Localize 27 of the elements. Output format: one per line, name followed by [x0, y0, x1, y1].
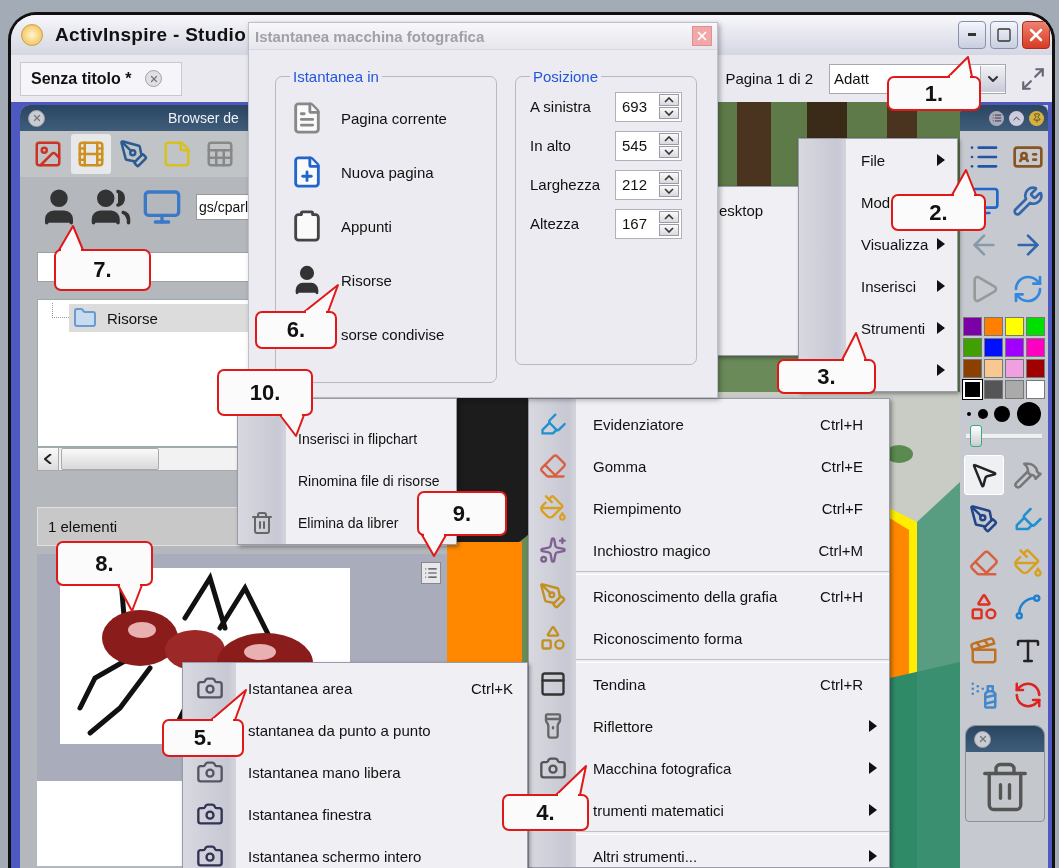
shortcut-label: Ctrl+M — [818, 541, 864, 559]
field-label: A sinistra — [530, 98, 592, 115]
dialog-title: Istantanea macchina fotografica — [255, 27, 485, 45]
callout-number: 3. — [817, 363, 836, 390]
page-indicator: Pagina 1 di 2 — [725, 70, 813, 87]
callout-number: 8. — [95, 550, 114, 577]
window-title: ActivInspire - Studio — [55, 24, 247, 46]
callout-number: 2. — [929, 199, 948, 226]
callout-number: 10. — [249, 379, 281, 406]
field-label: Larghezza — [530, 176, 602, 193]
field-label: In alto — [530, 137, 572, 154]
shortcut-label: Ctrl+K — [470, 679, 514, 697]
callout-number: 7. — [93, 257, 112, 283]
callout-number: 5. — [193, 725, 213, 751]
callout-number: 9. — [452, 500, 472, 527]
shortcut-label: Ctrl+R — [820, 675, 864, 693]
shortcut-label: Ctrl+H — [820, 415, 864, 433]
shortcut-label: Ctrl+E — [820, 457, 864, 475]
callout-number: 6. — [286, 317, 306, 343]
group-title: Istantanea in — [292, 68, 380, 85]
group-title: Posizione — [532, 68, 600, 85]
callout-number: 4. — [536, 799, 555, 826]
panel-title: Browser de — [168, 110, 239, 126]
callout-number: 1. — [924, 80, 944, 107]
shortcut-label: Ctrl+F — [821, 499, 864, 517]
field-label: Altezza — [530, 215, 581, 232]
shortcut-label: Ctrl+H — [820, 587, 864, 605]
